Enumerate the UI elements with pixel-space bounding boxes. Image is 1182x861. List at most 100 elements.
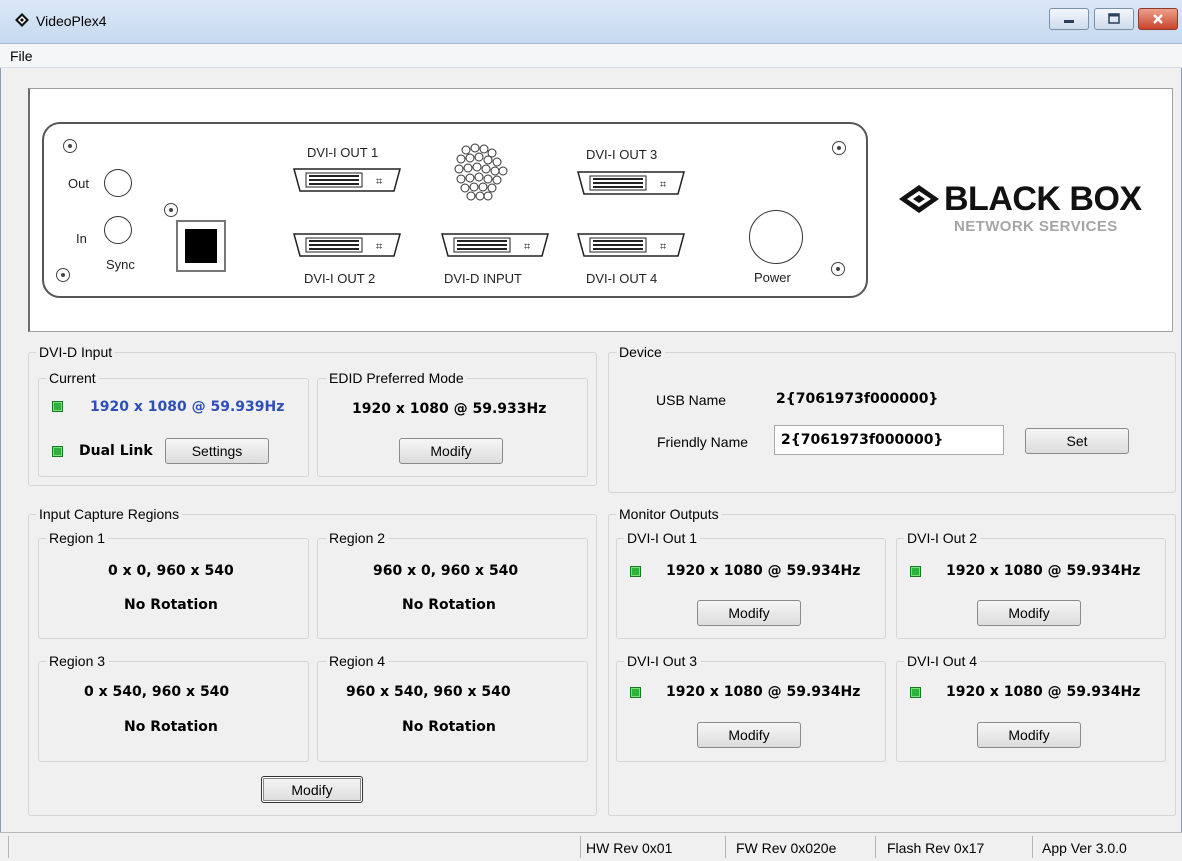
usb-name-value: 2{7061973f000000} — [776, 391, 939, 407]
fan-grill-icon — [454, 143, 508, 201]
dvi-out-4-led-icon — [910, 687, 921, 698]
region-3-title: Region 3 — [46, 653, 109, 669]
power-button-icon — [749, 210, 803, 264]
fw-rev-status: FW Rev 0x020e — [736, 840, 837, 856]
logo-main-text: BLACK BOX — [944, 180, 1142, 218]
svg-text:⌗: ⌗ — [376, 175, 382, 188]
region-3-geometry: 0 x 540, 960 x 540 — [84, 684, 230, 700]
friendly-name-input[interactable] — [774, 425, 1004, 455]
app-diamond-icon — [15, 13, 29, 27]
region-2-rotation: No Rotation — [402, 597, 496, 613]
capture-group-title: Input Capture Regions — [36, 506, 183, 522]
status-divider — [725, 836, 726, 858]
friendly-name-label: Friendly Name — [657, 434, 749, 450]
sync-in-jack — [104, 216, 132, 244]
black-box-logo: BLACK BOX NETWORK SERVICES — [898, 180, 1153, 242]
region-2-geometry: 960 x 0, 960 x 540 — [373, 563, 519, 579]
svg-text:⌗: ⌗ — [660, 240, 666, 253]
status-divider — [875, 836, 876, 858]
dvi-out-2-title: DVI-I Out 2 — [904, 530, 981, 546]
title-bar[interactable] — [0, 0, 1182, 44]
window-title: VideoPlex4 — [36, 13, 107, 29]
dvi-out-3-title: DVI-I Out 3 — [624, 653, 701, 669]
app-version-status: App Ver 3.0.0 — [1042, 840, 1127, 856]
region-1-box — [38, 538, 309, 639]
dvi-out-1-led-icon — [630, 566, 641, 577]
region-4-rotation: No Rotation — [402, 719, 496, 735]
current-resolution: 1920 x 1080 @ 59.939Hz — [90, 399, 285, 415]
current-subgroup-title: Current — [46, 370, 99, 386]
power-label: Power — [754, 270, 791, 285]
dvi-out-3-modify-button[interactable]: Modify — [697, 722, 801, 748]
region-4-geometry: 960 x 540, 960 x 540 — [346, 684, 511, 700]
settings-button[interactable]: Settings — [165, 438, 269, 464]
dvi-out3-connector-icon: ⌗ — [577, 171, 685, 195]
region-1-geometry: 0 x 0, 960 x 540 — [108, 563, 234, 579]
hw-rev-status: HW Rev 0x01 — [586, 840, 673, 856]
screw-icon — [832, 141, 846, 155]
out-label: Out — [68, 176, 89, 191]
status-divider — [580, 836, 581, 858]
dual-link-label: Dual Link — [79, 443, 153, 459]
region-1-rotation: No Rotation — [124, 597, 218, 613]
region-4-box — [317, 661, 588, 762]
screw-icon — [63, 139, 77, 153]
region-1-title: Region 1 — [46, 530, 109, 546]
device-group-title: Device — [616, 344, 665, 360]
dvi-out2-connector-icon: ⌗ — [293, 233, 401, 257]
edid-modify-button[interactable]: Modify — [399, 438, 503, 464]
set-button[interactable]: Set — [1025, 428, 1129, 454]
dvi-out-1-resolution: 1920 x 1080 @ 59.934Hz — [666, 563, 861, 579]
device-group — [608, 352, 1176, 493]
region-3-rotation: No Rotation — [124, 719, 218, 735]
flash-rev-status: Flash Rev 0x17 — [887, 840, 985, 856]
dvi-out-4-modify-button[interactable]: Modify — [977, 722, 1081, 748]
logo-sub-text: NETWORK SERVICES — [954, 218, 1118, 235]
close-button[interactable] — [1138, 8, 1178, 30]
edid-subgroup-title: EDID Preferred Mode — [326, 370, 467, 386]
usb-port-icon — [176, 220, 226, 272]
menu-bar — [0, 44, 1182, 68]
region-2-title: Region 2 — [326, 530, 389, 546]
sync-out-jack — [104, 169, 132, 197]
dvi-input-group-title: DVI-D Input — [36, 344, 116, 360]
svg-text:⌗: ⌗ — [660, 178, 666, 191]
input-status-led-icon — [52, 401, 63, 412]
dvi-out1-connector-icon: ⌗ — [293, 168, 401, 192]
dvi-out-2-resolution: 1920 x 1080 @ 59.934Hz — [946, 563, 1141, 579]
dvi-out-4-resolution: 1920 x 1080 @ 59.934Hz — [946, 684, 1141, 700]
svg-text:⌗: ⌗ — [524, 240, 530, 253]
edid-resolution: 1920 x 1080 @ 59.933Hz — [352, 401, 547, 417]
dvi-out-2-modify-button[interactable]: Modify — [977, 600, 1081, 626]
dvi-out-3-resolution: 1920 x 1080 @ 59.934Hz — [666, 684, 861, 700]
minimize-button[interactable] — [1049, 8, 1089, 30]
dvi-out4-connector-icon: ⌗ — [577, 233, 685, 257]
screw-icon — [831, 262, 845, 276]
dvi-out4-label: DVI-I OUT 4 — [586, 271, 658, 286]
region-3-box — [38, 661, 309, 762]
dvi-out-1-modify-button[interactable]: Modify — [697, 600, 801, 626]
dvi-out-1-title: DVI-I Out 1 — [624, 530, 701, 546]
dvi-out2-label: DVI-I OUT 2 — [304, 271, 376, 286]
dvi-input-connector-icon: ⌗ — [441, 233, 549, 257]
dvi-out-4-title: DVI-I Out 4 — [904, 653, 981, 669]
maximize-button[interactable] — [1094, 8, 1134, 30]
monitor-group-title: Monitor Outputs — [616, 506, 722, 522]
sync-label: Sync — [106, 257, 135, 272]
status-divider — [1032, 836, 1033, 858]
dual-link-led-icon — [52, 446, 63, 457]
menu-file[interactable]: File — [10, 48, 33, 64]
dvi-out3-label: DVI-I OUT 3 — [586, 147, 658, 162]
usb-name-label: USB Name — [656, 392, 727, 408]
maximize-icon — [1108, 13, 1120, 24]
minimize-icon — [1064, 20, 1074, 23]
region-4-title: Region 4 — [326, 653, 389, 669]
close-icon — [1153, 14, 1163, 24]
in-label: In — [76, 231, 87, 246]
status-divider — [8, 836, 9, 858]
dvi-out-3-led-icon — [630, 687, 641, 698]
regions-modify-button[interactable]: Modify — [261, 776, 363, 803]
dvi-input-label: DVI-D INPUT — [444, 271, 522, 286]
svg-text:⌗: ⌗ — [376, 240, 382, 253]
screw-icon — [56, 268, 70, 282]
